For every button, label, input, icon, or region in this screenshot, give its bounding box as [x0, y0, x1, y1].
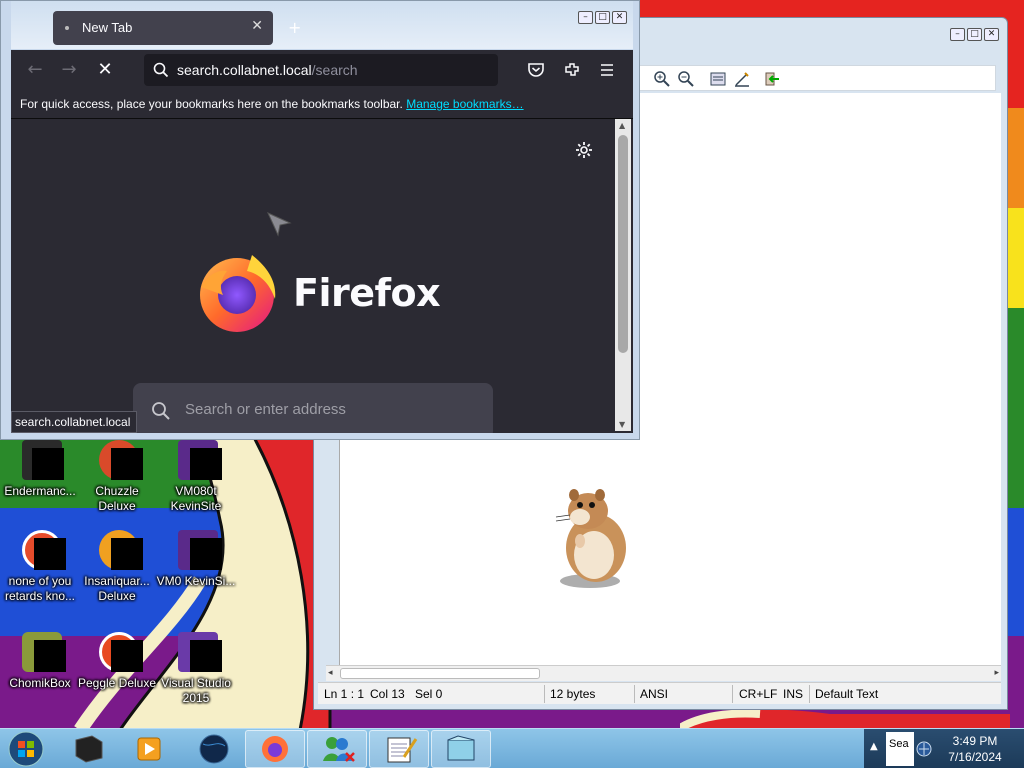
desktop-icon-peggle[interactable]: Peggle Deluxe: [77, 630, 157, 691]
address-bar-text: search.collabnet.local/search: [177, 62, 358, 78]
zoom-in-icon[interactable]: [653, 70, 671, 88]
minimize-button[interactable]: –: [950, 28, 965, 41]
tab-title: New Tab: [82, 20, 133, 35]
search-placeholder: Search or enter address: [185, 401, 346, 418]
desktop-icon-label: Chuzzle Deluxe: [95, 484, 139, 513]
close-tab-icon[interactable]: ✕: [251, 18, 263, 34]
manage-bookmarks-link[interactable]: Manage bookmarks…: [406, 97, 523, 111]
start-button[interactable]: [6, 730, 46, 768]
desktop-icon-label: Endermanc...: [4, 484, 76, 498]
desktop-icon-label: none of you retards kno...: [4, 574, 76, 603]
notepad-icon: [387, 737, 418, 763]
edit-icon[interactable]: [733, 70, 751, 88]
status-insert-mode: INS: [783, 687, 804, 701]
status-size: 12 bytes: [550, 687, 596, 701]
vertical-scrollbar-thumb[interactable]: [618, 135, 628, 353]
status-scheme: Default Text: [815, 687, 879, 701]
desktop-icon-label: Visual Studio 2015: [161, 676, 231, 705]
clock-date: 7/16/2024: [948, 750, 1002, 764]
desktop-icon-label: Insaniquar... Deluxe: [84, 574, 150, 603]
horizontal-scrollbar[interactable]: ◂ ▸: [326, 665, 1001, 681]
hamburger-menu-icon[interactable]: [599, 62, 615, 78]
back-arrow-icon[interactable]: ←: [23, 58, 47, 82]
vertical-scrollbar[interactable]: ▲ ▼: [615, 119, 631, 431]
maximize-button[interactable]: □: [595, 11, 610, 24]
desktop-icon-chomikbox[interactable]: ChomikBox: [0, 630, 80, 691]
status-selection: Sel 0: [415, 687, 443, 701]
status-encoding: ANSI: [640, 687, 669, 701]
taskbar-item-cube-app[interactable]: [58, 730, 118, 768]
extensions-icon[interactable]: [563, 61, 581, 79]
taskbar-item-firefox[interactable]: [245, 730, 305, 768]
desktop-icon-vm0[interactable]: VM0 KevinSi...: [156, 528, 236, 589]
gear-icon[interactable]: [575, 141, 593, 159]
desktop-icon-label: ChomikBox: [9, 676, 71, 690]
status-line-endings: CR+LF: [739, 687, 778, 701]
close-button[interactable]: ✕: [984, 28, 999, 41]
tray-search-box[interactable]: Sea: [886, 732, 914, 766]
tray-search-text: Sea: [889, 738, 909, 750]
desktop-icon-label: Peggle Deluxe: [77, 676, 157, 690]
taskbar-clock[interactable]: 3:49 PM 7/16/2024: [930, 733, 1020, 765]
desktop-icon-label: VM080t KevinSite: [170, 484, 222, 513]
tab-favicon: [65, 26, 69, 30]
exit-icon[interactable]: [763, 70, 781, 88]
taskbar: ▲ Sea 3:49 PM 7/16/2024: [0, 728, 1024, 768]
editor-statusbar: Ln 1 : 1 Col 13 Sel 0 12 bytes ANSI CR+L…: [318, 682, 1001, 704]
desktop-icon-chuzzle[interactable]: Chuzzle Deluxe: [77, 438, 157, 514]
pocket-icon[interactable]: [527, 61, 545, 79]
tray-expand-icon[interactable]: ▲: [870, 741, 878, 752]
firefox-tabstrip[interactable]: New Tab ✕ +: [11, 1, 633, 49]
new-tab-page: Firefox Search or enter address ▲ ▼ sear…: [11, 119, 633, 433]
maximize-button[interactable]: □: [967, 28, 982, 41]
taskbar-item-notepad[interactable]: [369, 730, 429, 768]
new-tab-button[interactable]: +: [288, 18, 301, 37]
bookmarks-message: For quick access, place your bookmarks h…: [20, 97, 403, 111]
close-button[interactable]: ✕: [612, 11, 627, 24]
editor-toolbar: [636, 65, 996, 91]
editor-window-controls: – □ ✕: [950, 28, 999, 41]
minimize-button[interactable]: –: [578, 11, 593, 24]
firefox-icon: [262, 736, 288, 762]
desktop-icon-enderman[interactable]: Endermanc...: [0, 438, 80, 499]
status-column: Col 13: [370, 687, 405, 701]
horizontal-scrollbar-thumb[interactable]: [340, 668, 540, 679]
notepad-blue-icon: [447, 735, 475, 761]
desktop-icon-insaniquarium[interactable]: Insaniquar... Deluxe: [77, 528, 157, 604]
search-icon: [153, 62, 169, 78]
firefox-logo-icon: [200, 255, 276, 332]
taskbar-item-notepad-blue[interactable]: [431, 730, 491, 768]
zoom-out-icon[interactable]: [677, 70, 695, 88]
view-icon[interactable]: [709, 70, 727, 88]
desktop-icon-label: VM0 KevinSi...: [156, 574, 236, 588]
bookmarks-toolbar: For quick access, place your bookmarks h…: [11, 90, 633, 119]
firefox-window-controls: – □ ✕: [578, 11, 627, 24]
link-status-tooltip: search.collabnet.local: [11, 411, 138, 433]
taskbar-item-messenger[interactable]: [307, 730, 367, 768]
hamster-image: [555, 489, 626, 588]
mouse-cursor-icon: [266, 211, 292, 237]
tab-new-tab[interactable]: New Tab ✕: [53, 11, 273, 45]
address-bar[interactable]: search.collabnet.local/search: [144, 54, 498, 86]
new-tab-search-box[interactable]: Search or enter address: [133, 383, 493, 433]
desktop-icon-visual-studio[interactable]: Visual Studio 2015: [156, 630, 236, 706]
firefox-navbar: ← → ✕ search.collabnet.local/search: [11, 50, 633, 90]
taskbar-item-globe[interactable]: [183, 730, 243, 768]
stop-loading-icon[interactable]: ✕: [93, 58, 117, 82]
firefox-window[interactable]: New Tab ✕ + – □ ✕ ← → ✕ search.collabnet…: [0, 0, 640, 440]
status-line: Ln 1 : 1: [324, 687, 365, 701]
desktop-icon-vm080t[interactable]: VM080t KevinSite: [156, 438, 236, 514]
messenger-icon: [323, 737, 355, 762]
clock-time: 3:49 PM: [952, 734, 998, 748]
globe-icon: [199, 734, 229, 764]
taskbar-item-media-player[interactable]: [118, 730, 178, 768]
search-icon: [152, 402, 170, 420]
media-player-icon: [137, 737, 161, 761]
forward-arrow-icon[interactable]: →: [57, 58, 81, 82]
desktop-icon-chrome[interactable]: none of you retards kno...: [0, 528, 80, 604]
firefox-wordmark: Firefox: [293, 271, 441, 315]
cube-app-icon: [75, 735, 103, 763]
